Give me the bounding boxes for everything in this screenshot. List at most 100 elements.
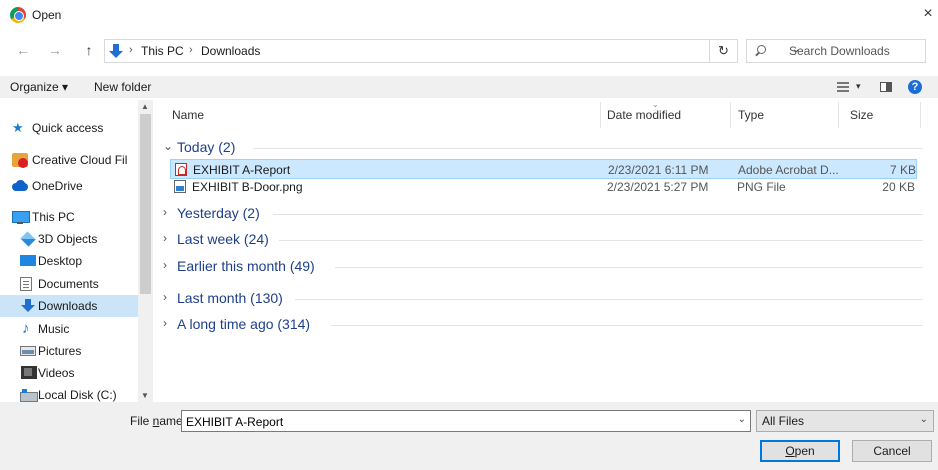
group-divider [273, 214, 923, 215]
chevron-down-icon[interactable]: ⌄ [738, 414, 746, 425]
sidebar-item-quick-access[interactable]: ★ Quick access [0, 117, 138, 139]
group-header-last-week[interactable]: › Last week (24) [163, 228, 923, 250]
organize-button[interactable]: Organize ▾ [10, 80, 68, 94]
music-icon: ♪ [22, 320, 30, 337]
png-file-icon [174, 180, 186, 193]
forward-arrow-icon[interactable]: → [46, 41, 64, 59]
sidebar-item-this-pc[interactable]: This PC [0, 206, 138, 228]
close-icon[interactable]: × [918, 0, 938, 30]
column-divider[interactable] [920, 102, 921, 128]
breadcrumb-downloads[interactable]: Downloads [201, 44, 260, 58]
sidebar-item-label: This PC [32, 210, 75, 224]
group-header-a-long-time-ago[interactable]: › A long time ago (314) [163, 313, 923, 335]
sidebar-item-documents[interactable]: Documents [0, 273, 138, 295]
filename-combobox[interactable]: ⌄ [181, 410, 751, 432]
cancel-button[interactable]: Cancel [852, 440, 932, 462]
column-divider[interactable] [600, 102, 601, 128]
filename-input[interactable] [186, 414, 726, 429]
sidebar-scrollbar[interactable]: ▲ ▼ [138, 100, 153, 402]
sidebar-item-label: 3D Objects [38, 232, 98, 246]
cloud-icon [12, 179, 28, 193]
title-bar: Open × [0, 0, 938, 30]
open-button[interactable]: Open [760, 440, 840, 462]
back-arrow-icon[interactable]: ← [14, 41, 32, 59]
file-date: 2/23/2021 5:27 PM [607, 180, 709, 194]
view-options-icon[interactable] [837, 82, 849, 92]
column-divider[interactable] [838, 102, 839, 128]
sidebar-item-label: Desktop [38, 254, 83, 268]
view-dropdown-icon[interactable]: ▾ [856, 81, 861, 92]
chevron-down-icon: ⌄ [163, 139, 174, 153]
group-header-yesterday[interactable]: › Yesterday (2) [163, 202, 923, 224]
window-title: Open [32, 8, 62, 22]
column-header-name[interactable]: Name [172, 108, 204, 122]
up-arrow-icon[interactable]: ↑ [80, 41, 98, 59]
group-label: Earlier this month (49) [177, 258, 321, 274]
chevron-right-icon: › [163, 258, 167, 272]
command-bar: Organize ▾ New folder ▾ ? [0, 76, 938, 98]
download-icon [109, 44, 123, 58]
file-name: EXHIBIT A-Report [193, 163, 291, 177]
group-header-earlier-this-month[interactable]: › Earlier this month (49) [163, 255, 923, 277]
new-folder-button[interactable]: New folder [94, 80, 151, 94]
file-type-select[interactable]: All Files ⌄ [756, 410, 934, 432]
sidebar-item-label: Pictures [38, 344, 82, 358]
scroll-down-icon[interactable]: ▼ [141, 391, 149, 400]
sidebar-item-label: Music [38, 322, 70, 336]
sidebar-item-videos[interactable]: Videos [0, 362, 138, 384]
chevron-right-icon: › [163, 316, 167, 330]
table-row[interactable]: EXHIBIT B-Door.png 2/23/2021 5:27 PM PNG… [170, 177, 917, 197]
file-size: 7 KB [889, 163, 916, 177]
search-icon [755, 45, 767, 57]
sidebar-item-label: Quick access [32, 121, 104, 135]
file-type-value: All Files [762, 414, 805, 428]
file-list: ⌄ Name Date modified Type Size ⌄ Today (… [155, 100, 938, 402]
chevron-down-icon: ⌄ [919, 414, 928, 425]
refresh-icon[interactable]: ↻ [710, 39, 738, 63]
navigation-bar: ← → ↑ › This PC › Downloads ⌄ ↻ [0, 36, 938, 66]
group-header-last-month[interactable]: › Last month (130) [163, 287, 923, 309]
address-bar[interactable]: › This PC › Downloads ⌄ [104, 39, 800, 63]
group-divider [253, 148, 923, 149]
group-label: Last week (24) [177, 231, 275, 247]
document-icon [20, 277, 32, 291]
filename-label: File name: [130, 414, 187, 428]
search-box[interactable] [746, 39, 926, 63]
help-icon[interactable]: ? [908, 80, 922, 94]
column-header-date[interactable]: Date modified [607, 108, 681, 122]
sidebar-item-label: OneDrive [32, 179, 83, 193]
search-input[interactable] [789, 43, 919, 59]
group-label: Yesterday (2) [177, 205, 266, 221]
pc-icon [12, 210, 30, 224]
sidebar-item-music[interactable]: ♪ Music [0, 318, 138, 340]
scrollbar-thumb[interactable] [140, 114, 151, 294]
sidebar-item-creative-cloud[interactable]: Creative Cloud Fil [0, 149, 138, 171]
group-divider [331, 325, 923, 326]
sidebar-item-label: Videos [38, 366, 75, 380]
cube-icon [20, 231, 36, 247]
scroll-up-icon[interactable]: ▲ [141, 102, 149, 111]
group-label: A long time ago (314) [177, 316, 317, 332]
breadcrumb-this-pc[interactable]: This PC [141, 44, 184, 58]
navigation-pane: ★ Quick access Creative Cloud Fil OneDri… [0, 100, 153, 402]
column-header-type[interactable]: Type [738, 108, 764, 122]
file-name: EXHIBIT B-Door.png [192, 180, 303, 194]
sidebar-item-local-disk[interactable]: Local Disk (C:) [0, 384, 138, 402]
sidebar-item-desktop[interactable]: Desktop [0, 250, 138, 272]
group-header-today[interactable]: ⌄ Today (2) [163, 136, 923, 158]
group-label: Last month (130) [177, 290, 289, 306]
table-row[interactable]: EXHIBIT A-Report 2/23/2021 6:11 PM Adobe… [170, 159, 917, 179]
chevron-right-icon: › [163, 205, 167, 219]
preview-pane-icon[interactable] [880, 82, 892, 92]
sidebar-item-pictures[interactable]: Pictures [0, 340, 138, 362]
file-type: PNG File [737, 180, 786, 194]
column-header-size[interactable]: Size [850, 108, 873, 122]
file-size: 20 KB [882, 180, 915, 194]
sidebar-item-onedrive[interactable]: OneDrive [0, 175, 138, 197]
sidebar-item-downloads[interactable]: Downloads [0, 295, 138, 317]
sidebar-item-3d-objects[interactable]: 3D Objects [0, 228, 138, 250]
creative-cloud-icon [12, 153, 28, 168]
group-divider [295, 299, 923, 300]
pdf-file-icon [175, 163, 187, 176]
column-divider[interactable] [730, 102, 731, 128]
